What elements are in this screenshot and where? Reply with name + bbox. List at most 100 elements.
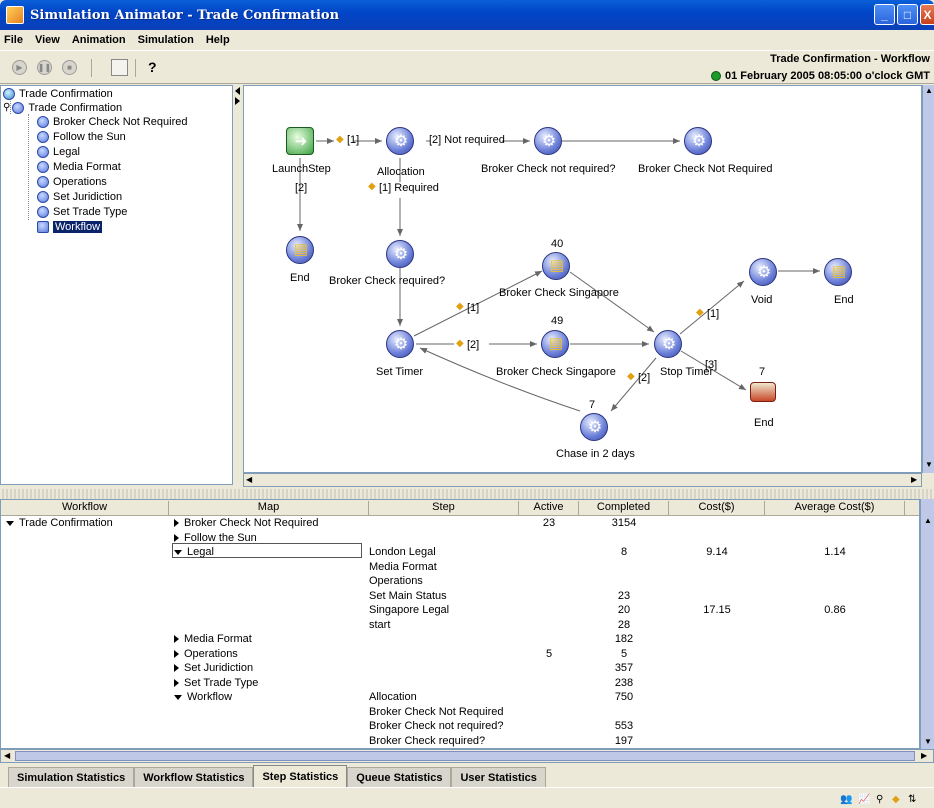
minimize-button[interactable]: _: [874, 4, 895, 25]
diamond-icon: ◆: [336, 134, 344, 145]
active-cell: [519, 676, 579, 690]
scroll-left-icon[interactable]: ◀: [4, 751, 10, 760]
broker-check-required-q-node[interactable]: [386, 240, 415, 268]
column-header-active[interactable]: Active: [519, 501, 579, 515]
menu-view[interactable]: View: [35, 34, 60, 46]
broker-check-singapore-top-node[interactable]: [542, 252, 571, 280]
menu-simulation[interactable]: Simulation: [138, 34, 194, 46]
map-icon: [37, 145, 49, 158]
set-timer-node[interactable]: [386, 330, 415, 358]
diamond-icon: ◆: [456, 338, 464, 349]
scroll-left-icon[interactable]: ◀: [246, 475, 252, 484]
map-cell[interactable]: Legal: [174, 545, 214, 559]
tree-item-set-trade-type[interactable]: Set Trade Type: [37, 204, 127, 219]
column-header-cost[interactable]: Cost($): [669, 501, 765, 515]
map-cell[interactable]: Operations: [174, 647, 238, 661]
end-node[interactable]: [824, 258, 853, 286]
expand-triangle-icon[interactable]: [174, 678, 179, 687]
chase-node[interactable]: [580, 413, 609, 441]
collapse-handle-icon[interactable]: ⚲: [3, 102, 10, 113]
map-name: Set Juridiction: [184, 662, 254, 674]
collapse-triangle-icon[interactable]: [6, 520, 14, 526]
expand-triangle-icon[interactable]: [174, 533, 179, 542]
scroll-right-icon[interactable]: ▶: [911, 475, 917, 484]
scroll-right-icon[interactable]: ▶: [921, 751, 927, 760]
tree-item-workflow[interactable]: Workflow: [37, 219, 103, 234]
diagram-vertical-scrollbar[interactable]: ▲ ▼: [922, 85, 934, 473]
tree-item-set-juridiction[interactable]: Set Juridiction: [37, 189, 122, 204]
expand-right-icon[interactable]: [235, 97, 240, 105]
cost-cell: [669, 690, 765, 704]
vertical-splitter[interactable]: [233, 85, 243, 489]
diagram-horizontal-scrollbar[interactable]: ◀ ▶: [243, 473, 922, 487]
tree-item-follow-the-sun[interactable]: Follow the Sun: [37, 129, 126, 144]
tree-item-media-format[interactable]: Media Format: [37, 159, 121, 174]
map-cell[interactable]: Broker Check Not Required: [174, 516, 319, 530]
launch-step-node[interactable]: [286, 127, 315, 155]
tab-step-statistics[interactable]: Step Statistics: [253, 765, 348, 787]
diamond-icon: ◆: [627, 371, 635, 382]
tree-item-broker-check-not-required[interactable]: Broker Check Not Required: [37, 114, 188, 129]
allocation-label: Allocation: [377, 166, 425, 178]
collapse-triangle-icon[interactable]: [174, 549, 182, 555]
map-cell[interactable]: Set Trade Type: [174, 676, 258, 690]
help-icon[interactable]: ?: [148, 59, 157, 75]
scroll-down-icon[interactable]: ▼: [924, 737, 932, 746]
expand-triangle-icon[interactable]: [174, 664, 179, 673]
scroll-up-icon[interactable]: ▲: [924, 516, 932, 525]
active-cell: [519, 603, 579, 617]
completed-cell: [579, 574, 669, 588]
allocation-node[interactable]: [386, 127, 415, 155]
title-bar[interactable]: Simulation Animator - Trade Confirmation…: [0, 0, 934, 30]
broker-check-singapore-mid-node[interactable]: [541, 330, 570, 358]
tab-workflow-statistics[interactable]: Workflow Statistics: [134, 767, 254, 787]
horizontal-splitter[interactable]: [0, 489, 934, 499]
tree-item-legal[interactable]: Legal: [37, 144, 80, 159]
menu-file[interactable]: File: [4, 34, 23, 46]
scroll-up-icon[interactable]: ▲: [925, 86, 933, 95]
cost-cell: [669, 705, 765, 719]
tree-item-operations[interactable]: Operations: [37, 174, 107, 189]
table-horizontal-scrollbar[interactable]: ◀ ▶: [0, 749, 934, 763]
void-node[interactable]: [749, 258, 778, 286]
map-cell[interactable]: Follow the Sun: [174, 531, 257, 545]
column-header-completed[interactable]: Completed: [579, 501, 669, 515]
column-header-average-cost[interactable]: Average Cost($): [765, 501, 905, 515]
close-button[interactable]: X: [920, 4, 934, 25]
maximize-button[interactable]: □: [897, 4, 918, 25]
chart-view-icon[interactable]: [111, 59, 128, 76]
pause-icon[interactable]: ❚❚: [37, 60, 52, 75]
stop-timer-node[interactable]: [654, 330, 683, 358]
stop-icon[interactable]: ■: [62, 60, 77, 75]
table-vertical-scrollbar[interactable]: ▲ ▼: [920, 499, 934, 749]
workflow-cell[interactable]: Trade Confirmation: [6, 516, 113, 530]
map-cell[interactable]: Set Juridiction: [174, 661, 253, 675]
column-header-map[interactable]: Map: [169, 501, 369, 515]
menu-animation[interactable]: Animation: [72, 34, 126, 46]
expand-triangle-icon[interactable]: [174, 635, 179, 644]
tab-user-statistics[interactable]: User Statistics: [451, 767, 546, 787]
end-node[interactable]: [286, 236, 315, 264]
expand-triangle-icon[interactable]: [174, 649, 179, 658]
map-cell[interactable]: Media Format: [174, 632, 252, 646]
tree-root[interactable]: Trade Confirmation: [3, 86, 113, 101]
tab-queue-statistics[interactable]: Queue Statistics: [347, 767, 452, 787]
scroll-down-icon[interactable]: ▼: [925, 460, 933, 469]
step-cell: Set Main Status: [369, 589, 447, 602]
scroll-thumb[interactable]: [15, 751, 915, 761]
broker-check-not-required-q-node[interactable]: [534, 127, 563, 155]
tab-simulation-statistics[interactable]: Simulation Statistics: [8, 767, 135, 787]
broker-check-not-required-node[interactable]: [684, 127, 713, 155]
expand-triangle-icon[interactable]: [174, 519, 179, 528]
column-header-workflow[interactable]: Workflow: [1, 501, 169, 515]
tree-node-trade-confirmation[interactable]: ⚲ Trade Confirmation: [3, 100, 122, 115]
column-header-step[interactable]: Step: [369, 501, 519, 515]
play-icon[interactable]: ▶: [12, 60, 27, 75]
cost-cell: [669, 676, 765, 690]
tree-connector: [28, 114, 29, 220]
menu-help[interactable]: Help: [206, 34, 230, 46]
collapse-left-icon[interactable]: [235, 87, 240, 95]
end-stack-icon[interactable]: [750, 382, 776, 402]
collapse-triangle-icon[interactable]: [174, 694, 182, 700]
map-cell[interactable]: Workflow: [174, 690, 232, 704]
